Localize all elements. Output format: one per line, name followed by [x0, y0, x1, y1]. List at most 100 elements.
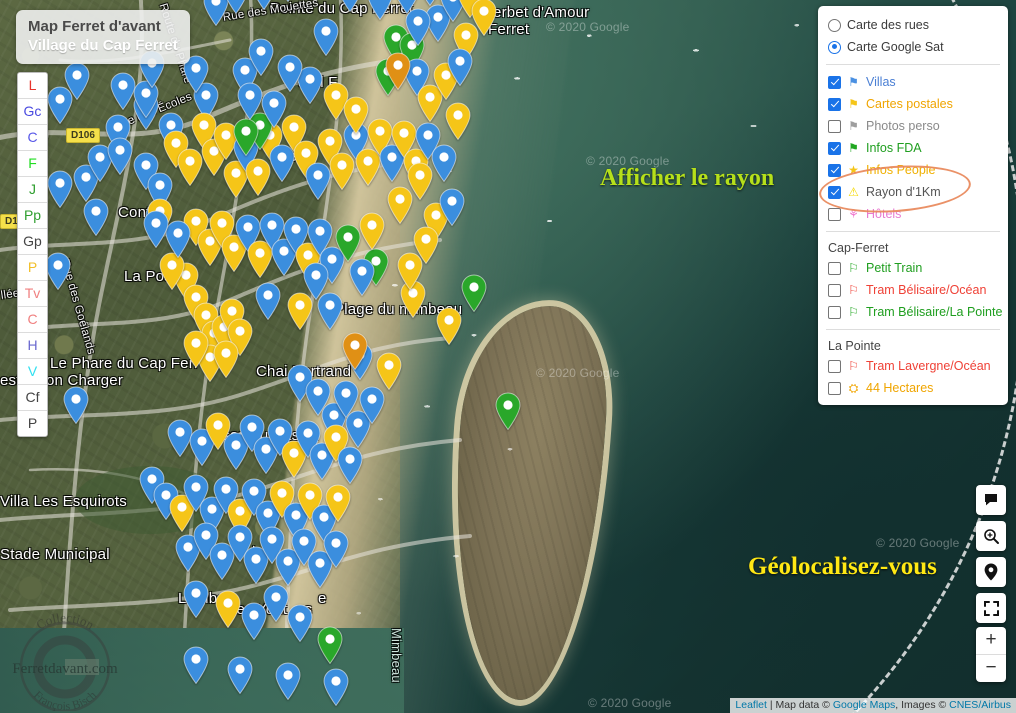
- legend-groups[interactable]: Cap-Ferret ⚐ Petit Train ⚐ Tram Bélisaire/Oc…: [818, 238, 1008, 399]
- map-pin-fda[interactable]: [461, 274, 487, 312]
- map-pin-villas[interactable]: [431, 144, 457, 182]
- map-pin-villas[interactable]: [45, 252, 71, 290]
- map-pin-villas[interactable]: [83, 198, 109, 236]
- map-pin-cartes[interactable]: [343, 96, 369, 134]
- google-maps-link[interactable]: Google Maps: [833, 699, 895, 711]
- letter-filter-l[interactable]: L: [18, 73, 47, 99]
- legend-group-item[interactable]: ⚐ Petit Train: [818, 257, 1008, 279]
- map-pin-fda[interactable]: [317, 626, 343, 664]
- map-pin-villas[interactable]: [359, 386, 385, 424]
- map-pin-villas[interactable]: [287, 604, 313, 642]
- checkbox-icon[interactable]: [828, 283, 841, 297]
- zoom-in-button[interactable]: +: [976, 627, 1006, 655]
- zoom-out-button[interactable]: −: [976, 655, 1006, 682]
- map-pin-villas[interactable]: [323, 668, 349, 706]
- map-pin-villas[interactable]: [263, 584, 289, 622]
- map-pin-cartes[interactable]: [397, 252, 423, 290]
- zoom-controls[interactable]: + −: [976, 627, 1006, 682]
- leaflet-link[interactable]: Leaflet: [735, 699, 767, 711]
- letter-filter-c[interactable]: C: [18, 125, 47, 151]
- checkbox-icon[interactable]: [828, 163, 841, 177]
- radio-button-icon[interactable]: [828, 18, 841, 32]
- layer-row-2[interactable]: ⚑ Photos perso: [818, 115, 1008, 137]
- checkbox-icon[interactable]: [828, 305, 841, 319]
- map-pin-villas[interactable]: [261, 90, 287, 128]
- map-pin-cartes[interactable]: [445, 102, 471, 140]
- map-pin-villas[interactable]: [323, 530, 349, 568]
- map-pin-cartes[interactable]: [215, 590, 241, 628]
- map-pin-cartes[interactable]: [359, 212, 385, 250]
- map-pin-villas[interactable]: [183, 580, 209, 618]
- overlay-checkbox-group[interactable]: ⚑ Villas ⚑ Cartes postales ⚑ Photos perso ⚑ Inf…: [818, 71, 1008, 225]
- map-pin-villas[interactable]: [47, 86, 73, 124]
- letter-filter-f[interactable]: F: [18, 151, 47, 177]
- search-button[interactable]: [976, 521, 1006, 551]
- letter-filter-h[interactable]: H: [18, 333, 47, 359]
- checkbox-icon[interactable]: [828, 185, 841, 199]
- letter-filter-p[interactable]: P: [18, 411, 47, 436]
- checkbox-icon[interactable]: [828, 359, 841, 373]
- map-pin-cartes[interactable]: [407, 162, 433, 200]
- map-attribution[interactable]: Leaflet | Map data © Google Maps, Images…: [730, 698, 1016, 713]
- legend-group-item[interactable]: ⚐ Tram Bélisaire/La Pointe: [818, 301, 1008, 323]
- map-pin-villas[interactable]: [277, 54, 303, 92]
- map-pin-cartes[interactable]: [287, 292, 313, 330]
- map-pin-villas[interactable]: [337, 0, 363, 12]
- map-pin-villas[interactable]: [63, 386, 89, 424]
- map-pin-villas[interactable]: [337, 446, 363, 484]
- map-pin-villas[interactable]: [313, 18, 339, 56]
- letter-filter-p[interactable]: P: [18, 255, 47, 281]
- map-pin-villas[interactable]: [143, 210, 169, 248]
- map-pin-villas[interactable]: [405, 8, 431, 46]
- letter-filter-tv[interactable]: Tv: [18, 281, 47, 307]
- layer-row-4[interactable]: ★ Infos People: [818, 159, 1008, 181]
- map-pin-villas[interactable]: [275, 0, 301, 2]
- map-pin-villas[interactable]: [255, 282, 281, 320]
- map-pin-cartes[interactable]: [213, 340, 239, 378]
- map-pin-cartes[interactable]: [245, 158, 271, 196]
- map-pin-villas[interactable]: [47, 170, 73, 208]
- letter-filter-cf[interactable]: Cf: [18, 385, 47, 411]
- radio-button-icon[interactable]: [828, 40, 841, 54]
- checkbox-icon[interactable]: [828, 119, 841, 133]
- map-pin-villas[interactable]: [237, 82, 263, 120]
- letter-filter-gp[interactable]: Gp: [18, 229, 47, 255]
- fullscreen-button[interactable]: [976, 593, 1006, 623]
- checkbox-icon[interactable]: [828, 97, 841, 111]
- comment-button[interactable]: [976, 485, 1006, 515]
- map-pin-villas[interactable]: [367, 0, 393, 20]
- checkbox-icon[interactable]: [828, 207, 841, 221]
- locate-me-button[interactable]: [976, 557, 1006, 587]
- map-pin-villas[interactable]: [248, 38, 274, 76]
- legend-group-item[interactable]: ⛭ 44 Hectares: [818, 377, 1008, 399]
- legend-group-item[interactable]: ⚐ Tram Lavergne/Océan: [818, 355, 1008, 377]
- map-pin-villas[interactable]: [439, 188, 465, 226]
- letter-filter-pp[interactable]: Pp: [18, 203, 47, 229]
- map-pin-orange[interactable]: [342, 332, 368, 370]
- map-pin-fda[interactable]: [335, 224, 361, 262]
- map-pin-villas[interactable]: [183, 646, 209, 684]
- map-pin-cartes[interactable]: [376, 352, 402, 390]
- map-pin-fda[interactable]: [233, 118, 259, 156]
- layer-row-3[interactable]: ⚑ Infos FDA: [818, 137, 1008, 159]
- map-pin-villas[interactable]: [223, 0, 249, 14]
- checkbox-icon[interactable]: [828, 381, 841, 395]
- basemap-option-2[interactable]: Carte Google Sat: [818, 36, 1008, 58]
- layer-row-1[interactable]: ⚑ Cartes postales: [818, 93, 1008, 115]
- cnes-airbus-link[interactable]: CNES/Airbus: [949, 699, 1011, 711]
- map-pin-villas[interactable]: [349, 258, 375, 296]
- map-pin-cartes[interactable]: [183, 330, 209, 368]
- layer-row-0[interactable]: ⚑ Villas: [818, 71, 1008, 93]
- map-pin-villas[interactable]: [305, 162, 331, 200]
- map-pin-villas[interactable]: [447, 48, 473, 86]
- map-pin-cartes[interactable]: [325, 484, 351, 522]
- map-pin-cartes[interactable]: [177, 148, 203, 186]
- checkbox-icon[interactable]: [828, 261, 841, 275]
- map-pin-villas[interactable]: [275, 662, 301, 700]
- checkbox-icon[interactable]: [828, 75, 841, 89]
- letter-filter-v[interactable]: V: [18, 359, 47, 385]
- map-pin-villas[interactable]: [227, 656, 253, 694]
- map-pin-villas[interactable]: [317, 292, 343, 330]
- layer-row-5[interactable]: ⚠ Rayon d'1Km: [818, 181, 1008, 203]
- map-pin-orange[interactable]: [385, 52, 411, 90]
